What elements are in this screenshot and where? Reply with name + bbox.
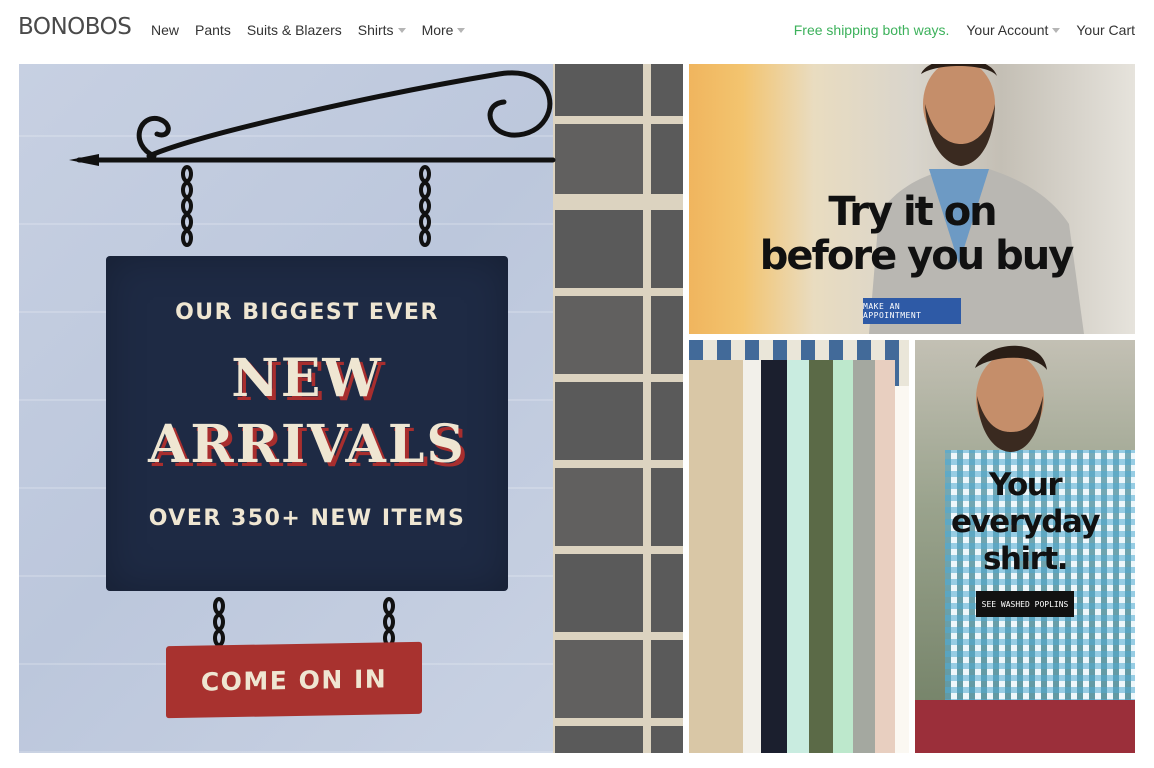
pant-grey xyxy=(853,360,875,753)
brand-logo[interactable]: BONOBOS xyxy=(18,14,132,40)
pant-navy xyxy=(761,360,787,753)
tryon-headline-line2: before you buy xyxy=(759,233,1075,279)
pant-white xyxy=(743,360,761,753)
everyday-shirt-tile[interactable]: Your everyday shirt. SEE WASHED POPLINS xyxy=(915,340,1135,753)
pant-blush xyxy=(875,360,895,753)
nav-shirts[interactable]: Shirts xyxy=(358,22,406,38)
pant-seafoam xyxy=(833,360,853,753)
pant-khaki xyxy=(689,360,743,753)
nav-account-label: Your Account xyxy=(966,22,1049,38)
see-washed-poplins-button[interactable]: SEE WASHED POPLINS xyxy=(976,591,1074,617)
hero-subline: OVER 350+ NEW ITEMS xyxy=(148,506,466,531)
nav-more-label: More xyxy=(421,22,454,38)
nav-pants[interactable]: Pants xyxy=(195,22,231,38)
sign-board: OUR BIGGEST EVER NEW ARRIVALS OVER 350+ … xyxy=(106,256,508,591)
hero-headline-new: NEW xyxy=(231,348,383,409)
nav-more[interactable]: More xyxy=(422,22,466,38)
come-on-in-button[interactable]: COME ON IN xyxy=(166,641,422,719)
chevron-down-icon xyxy=(397,28,406,33)
nav-new-label: New xyxy=(151,22,180,38)
hero-new-arrivals-tile[interactable]: OUR BIGGEST EVER NEW ARRIVALS OVER 350+ … xyxy=(19,64,683,753)
pant-olive xyxy=(809,360,833,753)
top-nav: BONOBOS New Pants Suits & Blazers Shirts… xyxy=(0,0,1154,60)
pants-colors-tile[interactable] xyxy=(689,340,909,753)
nav-suits-blazers-label: Suits & Blazers xyxy=(246,22,342,38)
red-pants-photo xyxy=(915,700,1135,753)
nav-pants-label: Pants xyxy=(195,22,231,38)
nav-new[interactable]: New xyxy=(151,22,179,38)
pant-mint xyxy=(787,360,809,753)
nav-your-account[interactable]: Your Account xyxy=(966,22,1061,38)
primary-nav: New Pants Suits & Blazers Shirts More xyxy=(151,22,481,38)
free-shipping-promo[interactable]: Free shipping both ways. xyxy=(794,22,950,38)
chevron-down-icon xyxy=(457,28,466,33)
make-appointment-button[interactable]: MAKE AN APPOINTMENT xyxy=(863,298,961,324)
chevron-down-icon xyxy=(1052,28,1061,33)
try-it-on-tile[interactable]: Try it on before you buy MAKE AN APPOINT… xyxy=(689,64,1135,334)
shirt-headline-line2: everyday xyxy=(950,504,1101,540)
utility-nav: Free shipping both ways. Your Account Yo… xyxy=(794,22,1135,38)
shirt-headline-line1: Your xyxy=(988,467,1063,503)
shirt-headline-line3: shirt. xyxy=(982,541,1069,577)
nav-shirts-label: Shirts xyxy=(357,22,394,38)
nav-cart-label: Your Cart xyxy=(1076,22,1135,38)
nav-your-cart[interactable]: Your Cart xyxy=(1076,22,1135,38)
hero-kicker: OUR BIGGEST EVER xyxy=(175,300,439,325)
hero-headline-arrivals: ARRIVALS xyxy=(148,414,466,475)
tryon-headline-line1: Try it on xyxy=(828,189,997,235)
nav-suits-blazers[interactable]: Suits & Blazers xyxy=(247,22,342,38)
